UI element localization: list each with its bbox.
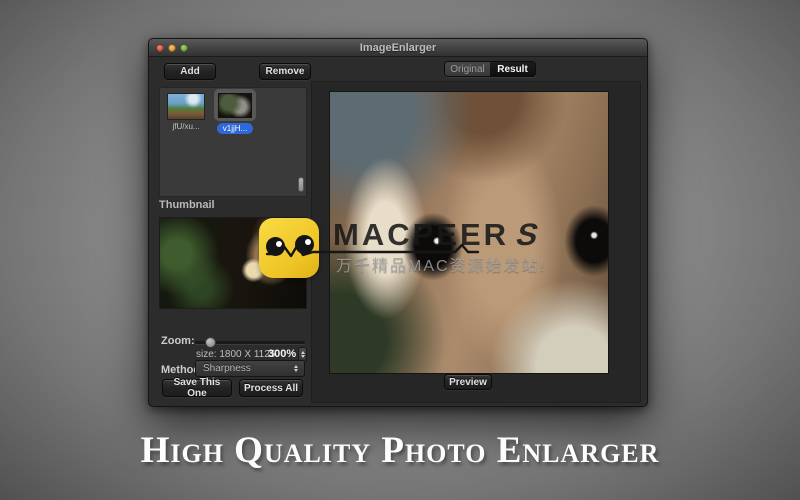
thumbnail-list[interactable]: jfU/xu... v1jjH... [159, 87, 307, 197]
method-dropdown[interactable]: Sharpness [195, 360, 305, 377]
title-bar[interactable]: ImageEnlarger [149, 39, 647, 57]
result-image-panel [311, 81, 641, 403]
remove-button[interactable]: Remove [259, 63, 311, 80]
preview-button[interactable]: Preview [444, 374, 492, 390]
stepper-up-icon[interactable] [301, 351, 305, 354]
selected-image-preview [159, 217, 307, 309]
thumbnail-image [218, 93, 252, 118]
app-window: ImageEnlarger Add Remove jfU/xu... v1jjH… [148, 38, 648, 407]
zoom-percent-value: 300% [268, 348, 296, 360]
zoom-slider-thumb[interactable] [205, 337, 216, 348]
enlarged-result-image [329, 91, 609, 374]
list-item-selected[interactable]: v1jjH... [212, 89, 258, 139]
selection-highlight [214, 89, 256, 121]
view-toggle: Original Result [444, 61, 536, 77]
list-item[interactable]: jfU/xu... [166, 93, 206, 131]
window-title: ImageEnlarger [149, 42, 647, 54]
thumbnail-filename: v1jjH... [217, 123, 253, 134]
zoom-slider[interactable] [195, 341, 305, 344]
stepper-down-icon[interactable] [301, 355, 305, 358]
method-selected-value: Sharpness [203, 363, 251, 374]
page-title: High Quality Photo Enlarger [0, 429, 800, 472]
add-button[interactable]: Add [164, 63, 216, 80]
tab-original[interactable]: Original [445, 62, 490, 76]
tab-result[interactable]: Result [490, 62, 535, 76]
scrollbar[interactable] [297, 90, 304, 194]
process-all-button[interactable]: Process All [239, 379, 303, 397]
scrollbar-thumb[interactable] [298, 177, 304, 192]
thumbnail-image [167, 93, 205, 120]
thumbnail-filename: jfU/xu... [166, 122, 206, 131]
thumbnail-section-label: Thumbnail [159, 199, 215, 211]
output-size-text: size: 1800 X 1125 [196, 349, 275, 360]
dropdown-arrows-icon [291, 363, 301, 374]
save-this-one-button[interactable]: Save This One [162, 379, 232, 397]
zoom-label: Zoom: [161, 335, 195, 347]
